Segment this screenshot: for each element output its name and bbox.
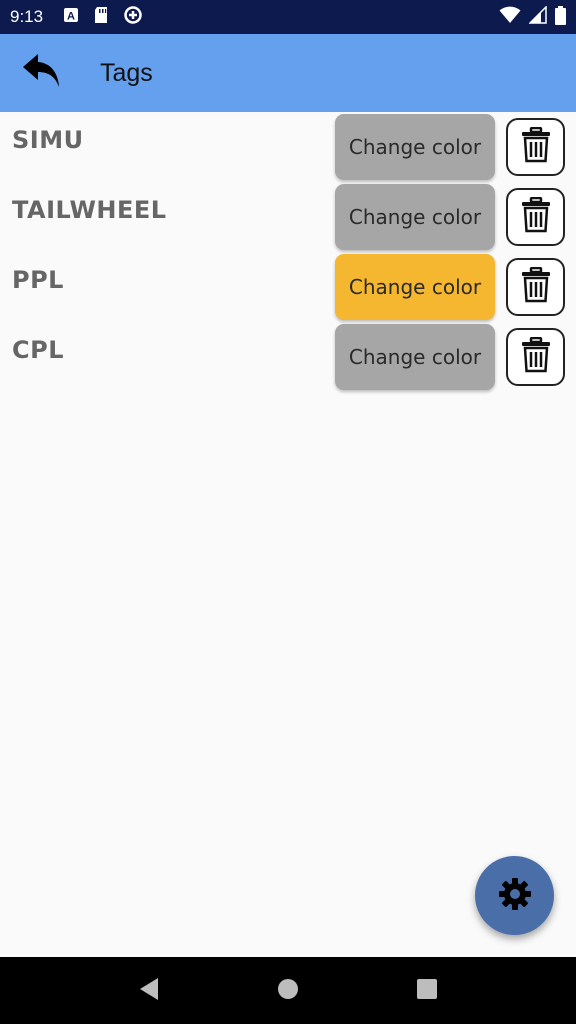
data-saver-icon bbox=[123, 5, 143, 29]
nav-back-button[interactable] bbox=[129, 971, 169, 1011]
trash-icon bbox=[521, 126, 551, 167]
trash-icon bbox=[521, 196, 551, 237]
page-title: Tags bbox=[100, 58, 153, 87]
delete-tag-button[interactable] bbox=[506, 188, 565, 246]
tag-row: CPL Change color bbox=[0, 322, 576, 392]
tag-name: PPL bbox=[12, 266, 64, 294]
change-color-button[interactable]: Change color bbox=[335, 254, 495, 320]
status-left-icons: A bbox=[63, 5, 143, 29]
trash-icon bbox=[521, 336, 551, 377]
tag-row: TAILWHEEL Change color bbox=[0, 182, 576, 252]
back-triangle-icon bbox=[138, 977, 160, 1005]
recents-square-icon bbox=[416, 978, 438, 1004]
tag-list: SIMU Change color TAILWHEEL Change color… bbox=[0, 112, 576, 392]
delete-tag-button[interactable] bbox=[506, 118, 565, 176]
nav-home-button[interactable] bbox=[268, 971, 308, 1011]
status-time: 9:13 bbox=[10, 7, 44, 26]
delete-tag-button[interactable] bbox=[506, 258, 565, 316]
trash-icon bbox=[521, 266, 551, 307]
tag-name: TAILWHEEL bbox=[12, 196, 167, 224]
status-right-icons bbox=[499, 5, 566, 29]
tag-row: PPL Change color bbox=[0, 252, 576, 322]
sd-card-icon bbox=[93, 6, 109, 28]
reply-arrow-icon bbox=[22, 52, 62, 94]
settings-fab[interactable] bbox=[475, 856, 554, 935]
status-bar: 9:13 A bbox=[0, 0, 576, 34]
app-bar: Tags bbox=[0, 34, 576, 112]
gear-icon bbox=[497, 876, 533, 916]
wifi-icon bbox=[499, 6, 521, 28]
signal-icon bbox=[528, 5, 547, 28]
svg-text:A: A bbox=[67, 11, 75, 23]
change-color-button[interactable]: Change color bbox=[335, 184, 495, 250]
delete-tag-button[interactable] bbox=[506, 328, 565, 386]
tag-row: SIMU Change color bbox=[0, 112, 576, 182]
a-box-icon: A bbox=[63, 7, 79, 27]
battery-icon bbox=[555, 5, 566, 29]
change-color-button[interactable]: Change color bbox=[335, 324, 495, 390]
tag-name: CPL bbox=[12, 336, 64, 364]
tag-name: SIMU bbox=[12, 126, 84, 154]
home-circle-icon bbox=[277, 978, 299, 1004]
back-button[interactable] bbox=[12, 43, 72, 103]
system-nav-bar bbox=[0, 957, 576, 1024]
change-color-button[interactable]: Change color bbox=[335, 114, 495, 180]
nav-recents-button[interactable] bbox=[407, 971, 447, 1011]
